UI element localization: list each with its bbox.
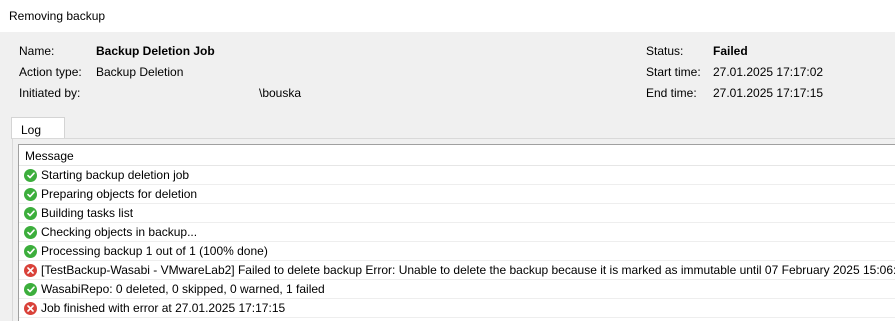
window-title-bar: Removing backup xyxy=(0,0,895,32)
message-column-header-label: Message xyxy=(25,149,74,163)
check-icon xyxy=(24,282,37,296)
log-row[interactable]: WasabiRepo: 0 deleted, 0 skipped, 0 warn… xyxy=(19,280,895,299)
tab-log-label: Log xyxy=(21,123,42,137)
log-row[interactable]: Processing backup 1 out of 1 (100% done) xyxy=(19,242,895,261)
check-icon xyxy=(24,187,37,201)
log-row-message: Building tasks list xyxy=(41,206,134,220)
log-list[interactable]: Message Starting backup deletion job Prep… xyxy=(18,144,895,321)
log-row-message: WasabiRepo: 0 deleted, 0 skipped, 0 warn… xyxy=(41,282,325,296)
start-time-value: 27.01.2025 17:17:02 xyxy=(713,65,824,79)
status-value: Failed xyxy=(713,44,748,58)
check-icon xyxy=(24,244,37,258)
log-row-message: Preparing objects for deletion xyxy=(41,187,198,201)
window-title: Removing backup xyxy=(9,9,106,23)
end-time-value: 27.01.2025 17:17:15 xyxy=(713,86,824,100)
log-row-message: Checking objects in backup... xyxy=(41,225,198,239)
action-type-label: Action type: xyxy=(19,65,82,79)
log-row[interactable]: Job finished with error at 27.01.2025 17… xyxy=(19,299,895,318)
check-icon xyxy=(24,206,37,220)
status-label: Status: xyxy=(646,44,684,58)
check-icon xyxy=(24,168,37,182)
job-info-section: Name: Backup Deletion Job Action type: B… xyxy=(0,32,895,116)
log-row[interactable]: Checking objects in backup... xyxy=(19,223,895,242)
initiated-by-value: \bouska xyxy=(259,86,302,100)
name-label: Name: xyxy=(19,44,55,58)
log-row-message: Starting backup deletion job xyxy=(41,168,190,182)
log-row-message: [TestBackup-Wasabi - VMwareLab2] Failed … xyxy=(41,263,895,277)
message-column-header[interactable]: Message xyxy=(19,145,895,166)
log-row[interactable]: Starting backup deletion job xyxy=(19,166,895,185)
error-icon xyxy=(24,263,37,277)
tab-log[interactable]: Log xyxy=(11,117,65,139)
log-row[interactable]: [TestBackup-Wasabi - VMwareLab2] Failed … xyxy=(19,261,895,280)
name-value: Backup Deletion Job xyxy=(96,44,215,58)
start-time-label: Start time: xyxy=(646,65,701,79)
action-type-value: Backup Deletion xyxy=(96,65,184,79)
error-icon xyxy=(24,301,37,315)
log-row-message: Job finished with error at 27.01.2025 17… xyxy=(41,301,286,315)
log-row[interactable]: Preparing objects for deletion xyxy=(19,185,895,204)
log-row[interactable]: Building tasks list xyxy=(19,204,895,223)
log-row-message: Processing backup 1 out of 1 (100% done) xyxy=(41,244,268,258)
end-time-label: End time: xyxy=(646,86,697,100)
check-icon xyxy=(24,225,37,239)
initiated-by-label: Initiated by: xyxy=(19,86,81,100)
